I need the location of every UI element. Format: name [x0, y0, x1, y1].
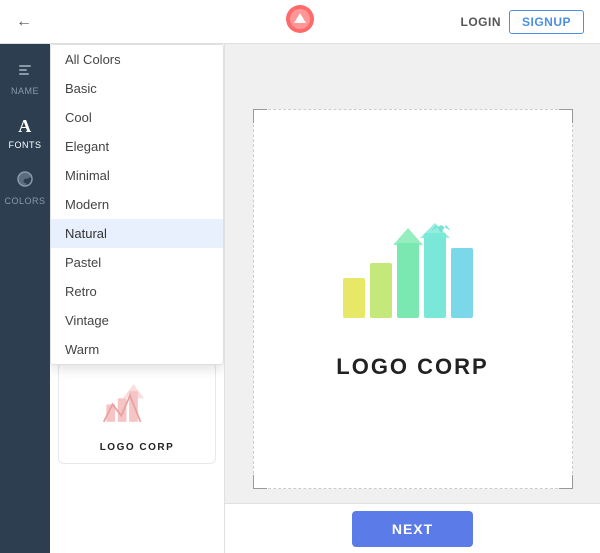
canvas-frame: LOGO CORP: [253, 109, 573, 489]
dropdown-item-vintage[interactable]: Vintage: [51, 306, 223, 335]
logo-preview-svg-1: [102, 379, 172, 434]
corner-tr: [559, 109, 573, 123]
corner-br: [559, 475, 573, 489]
sidebar-item-colors[interactable]: COLORS: [0, 160, 50, 216]
signup-button[interactable]: SIGNUP: [509, 10, 584, 34]
main-layout: NAME A FONTS COLORS All Colors Basic Coo…: [0, 44, 600, 553]
canvas-logo-name: LOGO CORP: [336, 354, 488, 380]
header-logo-container: [284, 3, 316, 40]
fonts-icon: A: [18, 116, 32, 137]
sidebar-item-name-label: NAME: [11, 86, 39, 96]
sidebar-item-fonts-label: FONTS: [9, 140, 42, 150]
dropdown-item-retro[interactable]: Retro: [51, 277, 223, 306]
dropdown-item-warm[interactable]: Warm: [51, 335, 223, 364]
dropdown-item-minimal[interactable]: Minimal: [51, 161, 223, 190]
header: ← LOGIN SIGNUP: [0, 0, 600, 44]
login-button[interactable]: LOGIN: [460, 15, 501, 29]
sidebar-item-name[interactable]: NAME: [0, 52, 50, 106]
colors-icon: [16, 170, 34, 193]
color-style-dropdown: All Colors Basic Cool Elegant Minimal Mo…: [50, 44, 224, 365]
dropdown-item-pastel[interactable]: Pastel: [51, 248, 223, 277]
panel: All Colors Basic Cool Elegant Minimal Mo…: [50, 44, 225, 553]
sidebar: NAME A FONTS COLORS: [0, 44, 50, 553]
app-logo: [284, 3, 316, 35]
dropdown-item-basic[interactable]: Basic: [51, 74, 223, 103]
dropdown-item-cool[interactable]: Cool: [51, 103, 223, 132]
logo-card-1-label: LOGO CORP: [100, 442, 175, 453]
logo-cards-container: LOGO CORP: [50, 354, 224, 472]
dropdown-item-modern[interactable]: Modern: [51, 190, 223, 219]
back-button[interactable]: ←: [16, 13, 32, 31]
main-logo-svg: [333, 218, 493, 338]
logo-card-1[interactable]: LOGO CORP: [58, 362, 216, 464]
name-icon: [17, 62, 33, 83]
header-actions: LOGIN SIGNUP: [460, 10, 584, 34]
dropdown-item-allcolors[interactable]: All Colors: [51, 45, 223, 74]
sidebar-item-fonts[interactable]: A FONTS: [0, 106, 50, 160]
dropdown-item-elegant[interactable]: Elegant: [51, 132, 223, 161]
corner-tl: [253, 109, 267, 123]
canvas-area: LOGO CORP NEXT: [225, 44, 600, 553]
bottom-bar: NEXT: [225, 503, 600, 553]
corner-bl: [253, 475, 267, 489]
dropdown-item-natural[interactable]: Natural: [51, 219, 223, 248]
sidebar-item-colors-label: COLORS: [4, 196, 45, 206]
next-button[interactable]: NEXT: [352, 511, 473, 547]
